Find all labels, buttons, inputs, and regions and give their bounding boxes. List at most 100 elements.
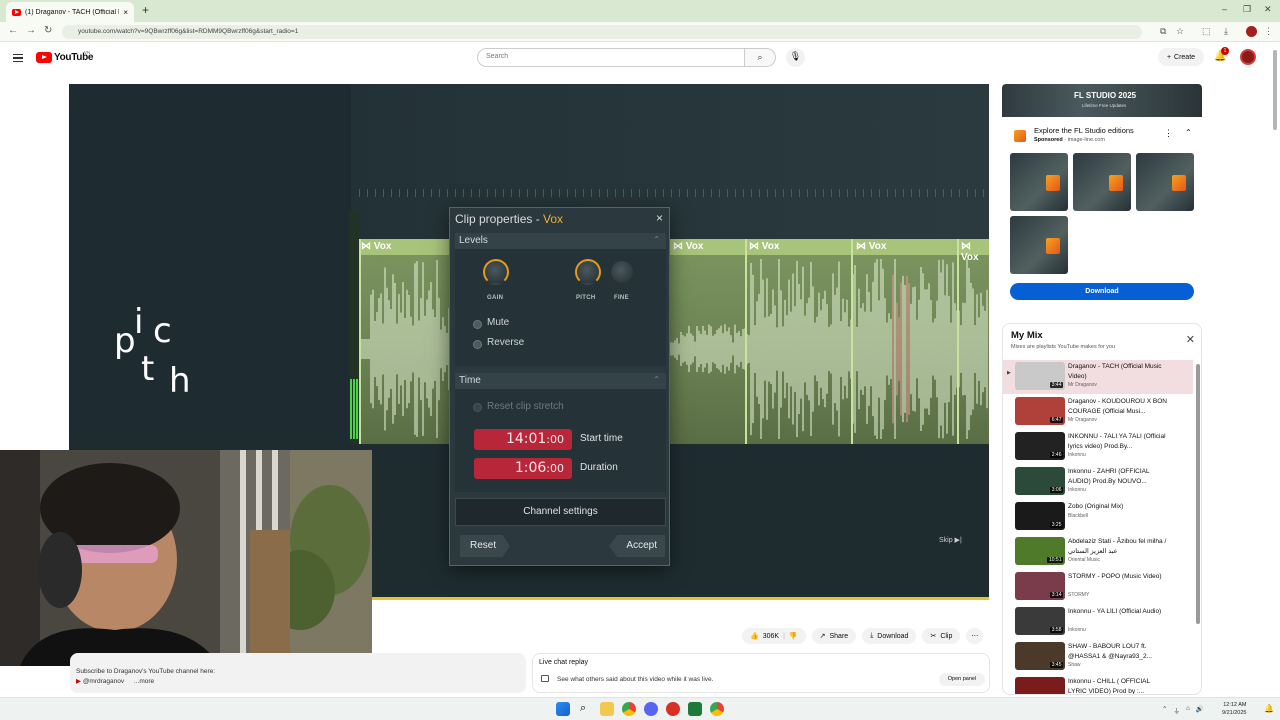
bookmark-star-icon[interactable]: ☆	[1176, 26, 1184, 37]
mix-item-channel[interactable]: Blackbell	[1068, 513, 1088, 519]
mix-item-title[interactable]: Zobo (Original Mix)	[1068, 502, 1168, 512]
video-thumbnail[interactable]: 3:06	[1015, 467, 1065, 495]
mix-item[interactable]: 2:46 INKONNU - 7ALI YA 7ALI (Official lyr…	[1003, 430, 1193, 464]
video-thumbnail[interactable]: 3:45	[1015, 642, 1065, 670]
chrome-icon[interactable]	[710, 702, 724, 716]
mix-item[interactable]: 3:25 Zobo (Original Mix) Blackbell	[1003, 500, 1193, 534]
browser-menu-icon[interactable]: ⋮	[1264, 26, 1273, 37]
mix-item-title[interactable]: STORMY - POPO (Music Video)	[1068, 572, 1168, 582]
install-icon[interactable]: ⧉	[1160, 26, 1166, 37]
fine-knob[interactable]	[611, 261, 633, 283]
mix-item[interactable]: 2:57Inkonnu - CHILL ( OFFICIAL LYRIC VID…	[1003, 675, 1193, 694]
time-section-header[interactable]: Time ⌃	[455, 373, 666, 389]
notification-center-icon[interactable]: 🔔	[1264, 704, 1274, 713]
reverse-radio[interactable]	[473, 340, 482, 349]
mix-item[interactable]: 3:58 Inkonnu - YA LILI (Official Audio) In…	[1003, 605, 1193, 639]
extensions-icon[interactable]: ⬚	[1202, 26, 1211, 37]
accept-button[interactable]: Accept	[609, 535, 665, 557]
mix-item[interactable]: 6:47 Draganov - KOUDOUROU X BON COURAGE (…	[1003, 395, 1193, 429]
video-thumbnail[interactable]: 3:44	[1015, 362, 1065, 390]
window-close-icon[interactable]: ✕	[1264, 4, 1272, 15]
mix-item-channel[interactable]: Shaw	[1068, 662, 1081, 668]
back-icon[interactable]: ←	[8, 25, 18, 36]
mix-item-title[interactable]: Inkonnu - CHILL ( OFFICIAL LYRIC VIDEO) …	[1068, 677, 1168, 694]
like-button[interactable]: 👍 306K | 👎	[742, 628, 806, 644]
ad-download-button[interactable]: Download	[1010, 283, 1194, 300]
mix-item-channel[interactable]: Mr Draganov	[1068, 382, 1097, 388]
network-icon[interactable]: ⌂	[1186, 705, 1190, 715]
ad-thumbnail[interactable]	[1010, 216, 1068, 274]
reload-icon[interactable]: ↻	[44, 25, 52, 36]
downloads-icon[interactable]: ⤓	[1224, 26, 1228, 37]
ad-menu-icon[interactable]: ⋮	[1164, 128, 1173, 139]
mix-item-title[interactable]: SHAW - BABOUR LOU7 ft. @HASSA1 & @Nayra9…	[1068, 642, 1168, 661]
ad-banner[interactable]: FL STUDIO 2025 Lifetime Free Updates	[1002, 84, 1202, 117]
skip-button[interactable]: Skip ▶|	[939, 536, 962, 544]
app-icon[interactable]	[688, 702, 702, 716]
mix-item[interactable]: 3:06 Inkonnu - ZAHRI (OFFICIAL AUDIO) Pro…	[1003, 465, 1193, 499]
mix-item-title[interactable]: INKONNU - 7ALI YA 7ALI (Official lyrics …	[1068, 432, 1168, 451]
gain-knob[interactable]	[483, 259, 509, 285]
scrollbar[interactable]	[1196, 364, 1200, 624]
mix-item[interactable]: ▶ 3:44 Draganov - TACH (Official Music Vid…	[1003, 360, 1193, 394]
video-thumbnail[interactable]: 3:14	[1015, 572, 1065, 600]
volume-icon[interactable]: 🔊	[1196, 705, 1204, 715]
new-tab-button[interactable]: +	[142, 3, 149, 17]
reset-button[interactable]: Reset	[460, 535, 510, 557]
show-more-link[interactable]: ...more	[134, 678, 154, 685]
clip-button[interactable]: ✂ Clip	[922, 628, 961, 644]
voice-search-button[interactable]: 🎙	[786, 48, 805, 67]
video-thumbnail[interactable]: 2:46	[1015, 432, 1065, 460]
ad-thumbnail[interactable]	[1010, 153, 1068, 211]
mix-item-channel[interactable]: Inkonnu	[1068, 487, 1086, 493]
discord-icon[interactable]	[644, 702, 658, 716]
mix-item[interactable]: 3:14 STORMY - POPO (Music Video) STORMY	[1003, 570, 1193, 604]
create-button[interactable]: + Create	[1158, 48, 1204, 66]
app-icon[interactable]	[666, 702, 680, 716]
ad-title[interactable]: Explore the FL Studio editions	[1034, 126, 1134, 135]
channel-handle-link[interactable]: @mrdraganov	[83, 678, 124, 685]
video-thumbnail[interactable]: 6:47	[1015, 397, 1065, 425]
mix-item-channel[interactable]: Oriental Music	[1068, 557, 1100, 563]
levels-section-header[interactable]: Levels ⌃	[455, 233, 666, 249]
video-thumbnail[interactable]: 3:58	[1015, 607, 1065, 635]
windows-start-icon[interactable]	[556, 702, 570, 716]
mix-item-channel[interactable]: STORMY	[1068, 592, 1089, 598]
system-clock[interactable]: 12:12 AM 9/21/2025	[1222, 701, 1246, 717]
search-button[interactable]: ⌕	[745, 48, 776, 67]
mix-item[interactable]: 10:51 Abdelaziz Stati - Âzibou fel milha …	[1003, 535, 1193, 569]
mix-item-channel[interactable]: Mr Draganov	[1068, 417, 1097, 423]
browser-profile-avatar[interactable]	[1246, 26, 1257, 37]
video-thumbnail[interactable]: 3:25	[1015, 502, 1065, 530]
youtube-logo-icon[interactable]	[36, 52, 52, 63]
pitch-knob[interactable]	[575, 259, 601, 285]
chrome-icon[interactable]	[622, 702, 636, 716]
reset-stretch-radio[interactable]	[473, 403, 482, 412]
file-explorer-icon[interactable]	[600, 702, 614, 716]
open-panel-button[interactable]: Open panel	[939, 673, 985, 686]
mix-item[interactable]: 3:45 SHAW - BABOUR LOU7 ft. @HASSA1 & @Na…	[1003, 640, 1193, 674]
share-button[interactable]: ↗ Share	[811, 628, 857, 644]
download-button[interactable]: ⤓ Download	[862, 628, 917, 644]
thumbs-down-icon[interactable]: 👎	[789, 632, 798, 640]
duration-field[interactable]: 1:06:00	[474, 458, 572, 479]
close-icon[interactable]: ✕	[1186, 333, 1195, 346]
ad-collapse-icon[interactable]: ⌃	[1185, 128, 1192, 137]
search-input[interactable]: Search	[477, 48, 745, 67]
mix-item-channel[interactable]: Inkonnu	[1068, 627, 1086, 633]
video-thumbnail[interactable]: 10:51	[1015, 537, 1065, 565]
forward-icon[interactable]: →	[26, 25, 36, 36]
hamburger-menu-icon[interactable]	[13, 54, 23, 62]
tab-close-icon[interactable]: ×	[123, 8, 128, 17]
video-thumbnail[interactable]: 2:57	[1015, 677, 1065, 694]
more-actions-button[interactable]: ⋯	[966, 628, 984, 644]
mix-item-channel[interactable]: Inkonnu	[1068, 452, 1086, 458]
channel-settings-button[interactable]: Channel settings	[455, 498, 666, 526]
mix-item-title[interactable]: Draganov - KOUDOUROU X BON COURAGE (Offi…	[1068, 397, 1168, 416]
sponsored-ad[interactable]: FL STUDIO 2025 Lifetime Free Updates Exp…	[1002, 84, 1202, 304]
usb-icon[interactable]: ⏚	[1173, 705, 1180, 715]
mix-item-title[interactable]: Draganov - TACH (Official Music Video)	[1068, 362, 1168, 381]
ad-thumbnail[interactable]	[1073, 153, 1131, 211]
chevron-up-icon[interactable]: ⌃	[1162, 705, 1167, 715]
mix-item-title[interactable]: Abdelaziz Stati - Âzibou fel milha / عبد…	[1068, 537, 1168, 556]
